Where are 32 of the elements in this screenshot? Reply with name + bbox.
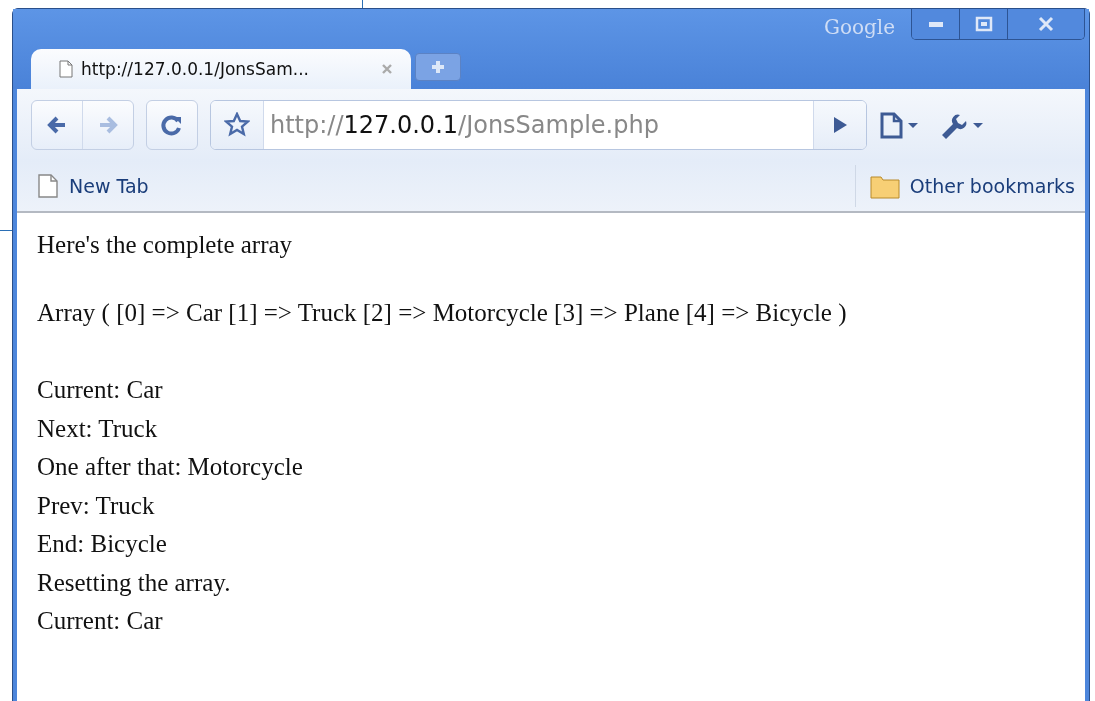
output-line: Next: Truck (37, 413, 159, 444)
folder-icon (869, 173, 900, 199)
output-line: Resetting the array. (37, 567, 232, 598)
bookmark-item[interactable]: New Tab (37, 173, 149, 199)
maximize-button[interactable] (960, 9, 1008, 39)
output-line: One after that: Motorcycle (37, 452, 304, 482)
reload-button[interactable] (146, 100, 198, 150)
go-button[interactable] (813, 101, 866, 149)
paragraph-text: Array ( [0] => Car [1] => Truck [2] => Motorcycle [3] => Plane [4] => Bicycle ) (37, 299, 848, 327)
reload-icon (160, 113, 184, 137)
output-line: Current: Car (37, 375, 164, 405)
browser-tab[interactable]: http://127.0.0.1/JonsSam... (31, 49, 411, 89)
page-icon (37, 173, 59, 199)
bookmark-star-button[interactable] (211, 101, 264, 149)
page-icon (59, 60, 73, 78)
new-tab-button[interactable] (415, 53, 461, 81)
close-icon (1036, 16, 1056, 32)
minimize-icon (926, 20, 945, 28)
brand-label: Google (823, 15, 895, 39)
other-bookmarks-button[interactable]: Other bookmarks (855, 173, 1075, 199)
star-icon (224, 112, 250, 138)
output-line: End: Bicycle (37, 529, 168, 559)
tab-title: http://127.0.0.1/JonsSam... (81, 59, 310, 79)
minimize-button[interactable] (912, 9, 960, 39)
output-line: Current: Car (37, 606, 164, 636)
output-line: Prev: Truck (37, 490, 156, 521)
close-button[interactable] (1008, 9, 1084, 39)
play-icon (832, 116, 848, 134)
paragraph-text: Here's the complete array (37, 231, 294, 259)
maximize-icon (974, 16, 993, 32)
url-text: http://127.0.0.1/JonsSample.php (269, 111, 660, 139)
address-bar[interactable]: http://127.0.0.1/JonsSample.php (210, 100, 867, 150)
